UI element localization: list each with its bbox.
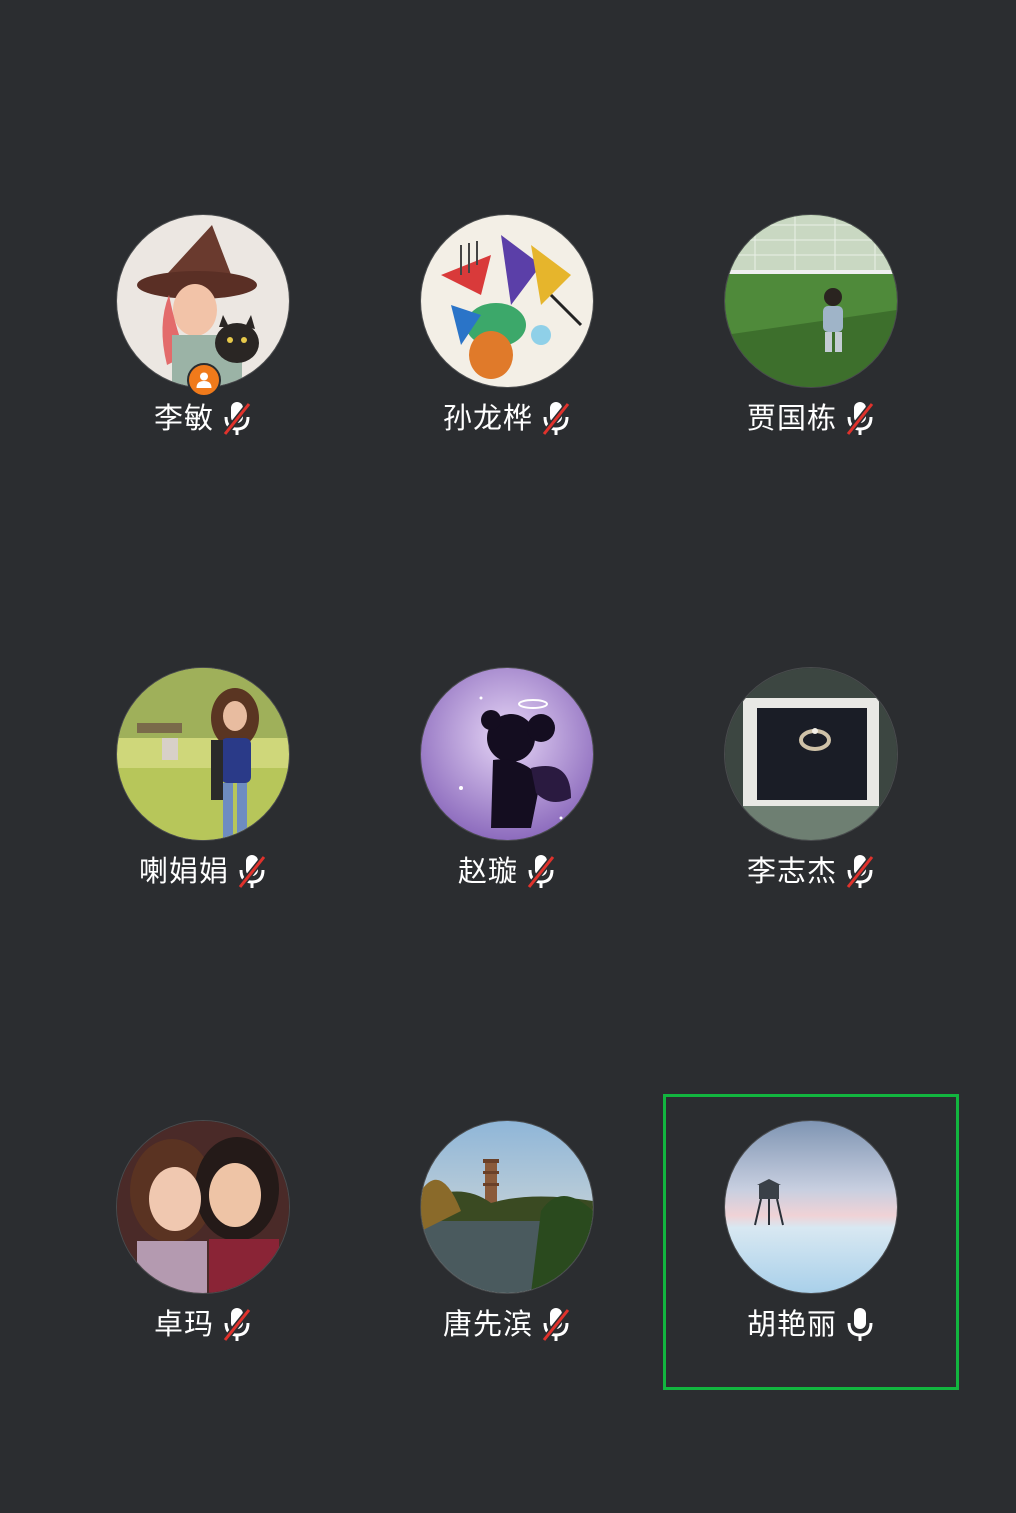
mic-muted-icon xyxy=(526,855,556,889)
participant-name-row: 李志杰 xyxy=(660,851,964,891)
witch-cat-avatar-icon xyxy=(117,215,289,387)
host-badge xyxy=(187,363,221,397)
participant-tile[interactable]: 李志杰 xyxy=(660,607,964,1060)
participant-name: 李敏 xyxy=(153,401,214,435)
avatar xyxy=(725,1121,897,1293)
avatar xyxy=(421,215,593,387)
avatar xyxy=(117,215,289,387)
avatar xyxy=(725,668,897,840)
lighthouse-sea-avatar-icon xyxy=(725,1121,897,1293)
two-women-avatar-icon xyxy=(117,1121,289,1293)
participant-name: 唐先滨 xyxy=(442,1307,533,1341)
user-icon xyxy=(196,372,212,388)
participant-name-row: 孙龙桦 xyxy=(356,398,660,438)
participant-tile[interactable]: 赵璇 xyxy=(356,607,660,1060)
participant-name-row: 李敏 xyxy=(52,398,356,438)
participant-name-row: 唐先滨 xyxy=(356,1304,660,1344)
mic-muted-icon xyxy=(222,402,252,436)
participant-tile[interactable]: 贾国栋 xyxy=(660,154,964,607)
participant-name: 赵璇 xyxy=(457,854,518,888)
participant-tile[interactable]: 孙龙桦 xyxy=(356,154,660,607)
avatar xyxy=(421,1121,593,1293)
colorful-drawing-avatar-icon xyxy=(421,215,593,387)
mic-icon xyxy=(847,1308,873,1341)
lake-pagoda-avatar-icon xyxy=(421,1121,593,1293)
participant-tile[interactable]: 唐先滨 xyxy=(356,1060,660,1513)
participant-name-row: 贾国栋 xyxy=(660,398,964,438)
participant-name-row: 喇娟娟 xyxy=(52,851,356,891)
participant-tile[interactable]: 李敏 xyxy=(52,154,356,607)
participant-name: 喇娟娟 xyxy=(138,854,229,888)
child-on-field-avatar-icon xyxy=(725,215,897,387)
mic-muted-icon xyxy=(222,1308,252,1342)
participant-name-row: 赵璇 xyxy=(356,851,660,891)
participant-tile[interactable]: 胡艳丽 xyxy=(660,1060,964,1513)
participant-name: 贾国栋 xyxy=(746,401,837,435)
purple-silhouette-avatar-icon xyxy=(421,668,593,840)
participant-tile[interactable]: 卓玛 xyxy=(52,1060,356,1513)
avatar xyxy=(117,1121,289,1293)
mic-muted-icon xyxy=(541,402,571,436)
participant-tile[interactable]: 喇娟娟 xyxy=(52,607,356,1060)
mic-muted-icon xyxy=(845,855,875,889)
participant-name-row: 卓玛 xyxy=(52,1304,356,1344)
participant-name: 卓玛 xyxy=(153,1307,214,1341)
woman-in-park-avatar-icon xyxy=(117,668,289,840)
participant-name-row: 胡艳丽 xyxy=(660,1304,964,1344)
participant-name: 胡艳丽 xyxy=(746,1307,837,1341)
mic-muted-icon xyxy=(845,402,875,436)
avatar xyxy=(117,668,289,840)
participant-name: 李志杰 xyxy=(746,854,837,888)
mic-muted-icon xyxy=(237,855,267,889)
avatar xyxy=(725,215,897,387)
participant-name: 孙龙桦 xyxy=(442,401,533,435)
participant-grid: 李敏 孙龙桦 贾国栋 喇娟娟 赵璇 李志杰 卓玛 唐先滨 胡艳丽 xyxy=(52,154,964,1513)
mic-muted-icon xyxy=(541,1308,571,1342)
avatar xyxy=(421,668,593,840)
ring-box-avatar-icon xyxy=(725,668,897,840)
